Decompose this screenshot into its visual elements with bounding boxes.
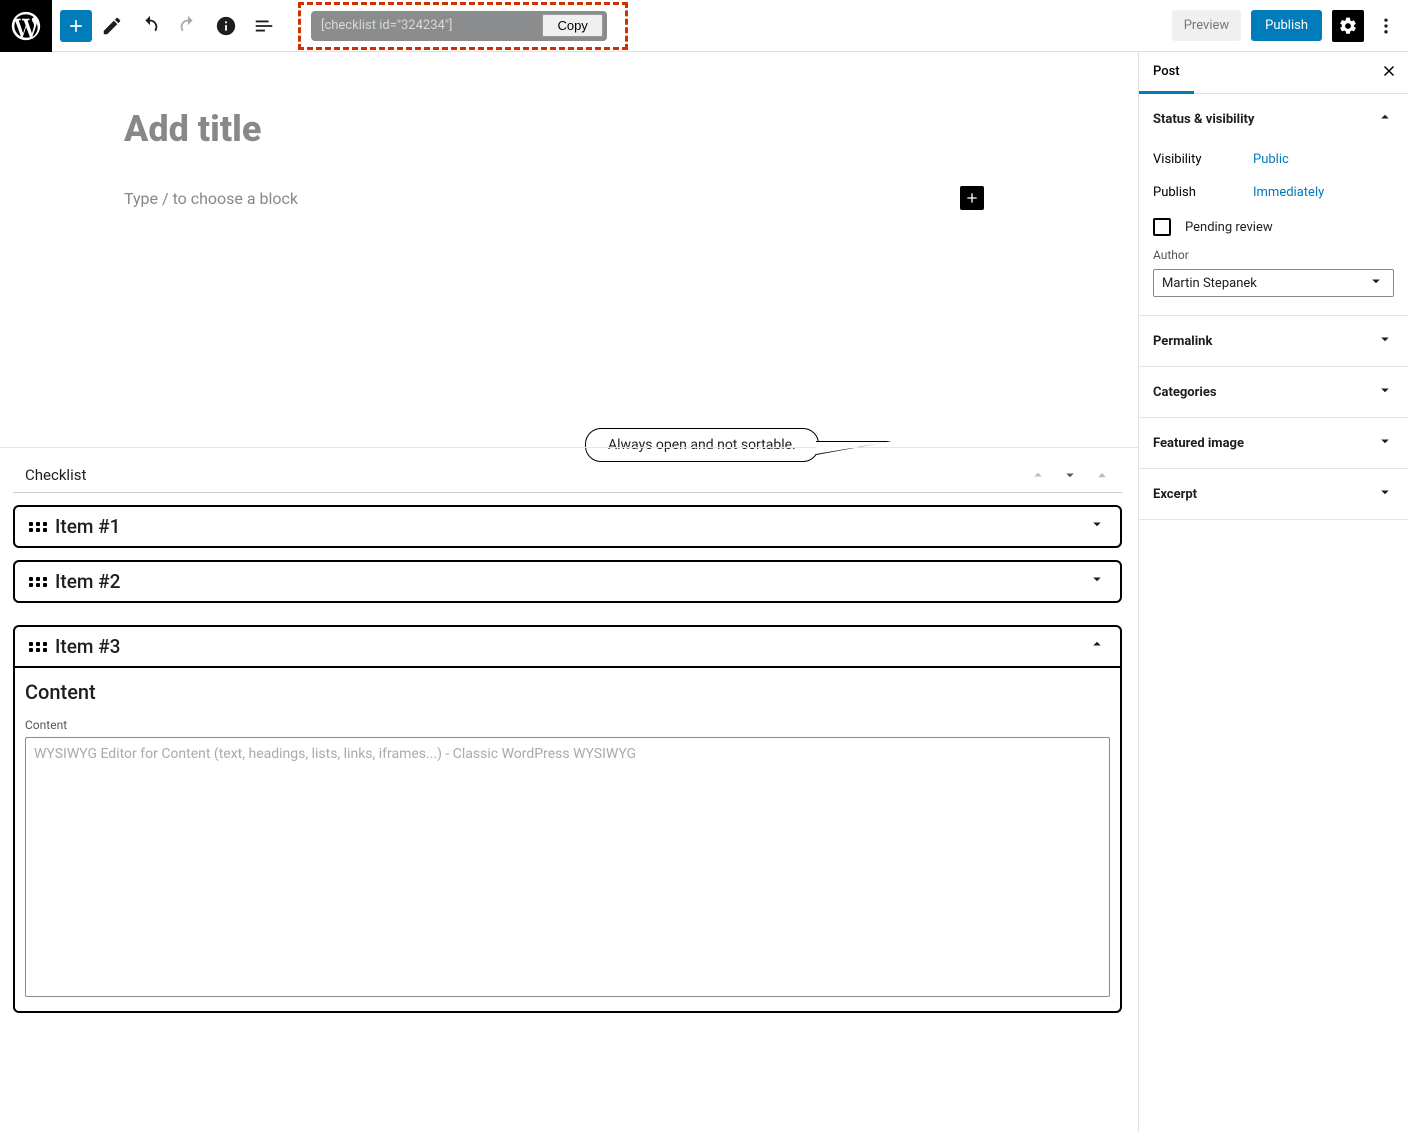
visibility-value[interactable]: Public (1253, 152, 1289, 167)
section-title: Permalink (1153, 334, 1212, 349)
panel-divider (0, 447, 1138, 448)
chevron-up-icon (1376, 108, 1394, 130)
publish-value[interactable]: Immediately (1253, 185, 1324, 200)
preview-button[interactable]: Preview (1172, 10, 1241, 41)
section-categories[interactable]: Categories (1139, 367, 1408, 417)
callout-text: Always open and not sortable. (608, 437, 796, 453)
visibility-key: Visibility (1153, 152, 1253, 167)
author-label: Author (1153, 248, 1189, 262)
author-select[interactable]: Martin Stepanek (1153, 269, 1394, 297)
checklist-item-body: Content Content (13, 666, 1122, 1013)
redo-icon[interactable] (170, 8, 206, 44)
section-title: Featured image (1153, 436, 1244, 451)
section-title: Status & visibility (1153, 112, 1254, 127)
author-selected-value: Martin Stepanek (1162, 276, 1257, 291)
drag-handle-icon[interactable] (29, 642, 47, 652)
chevron-down-icon (1088, 515, 1106, 538)
section-title: Excerpt (1153, 487, 1197, 502)
checklist-item-label: Item #3 (55, 635, 120, 658)
panel-collapse-icon[interactable] (1086, 466, 1118, 484)
editor-canvas: Add title Type / to choose a block Alway… (0, 52, 1138, 1132)
drag-handle-icon[interactable] (29, 577, 47, 587)
content-wysiwyg-textarea[interactable] (25, 737, 1110, 997)
tab-post[interactable]: Post (1139, 52, 1194, 94)
chevron-down-icon (1376, 381, 1394, 403)
shortcode-highlight-box: [checklist id="324234"] Copy (298, 2, 628, 50)
add-block-button[interactable] (60, 10, 92, 42)
checklist-item[interactable]: Item #1 (13, 505, 1122, 548)
publish-key: Publish (1153, 185, 1253, 200)
panel-move-down-icon[interactable] (1054, 466, 1086, 484)
chevron-down-icon (1367, 272, 1385, 294)
checklist-item-label: Item #1 (55, 515, 120, 538)
section-title: Categories (1153, 385, 1217, 400)
chevron-down-icon (1376, 483, 1394, 505)
section-status-visibility: Status & visibility Visibility Public Pu… (1139, 94, 1408, 316)
pending-review-label: Pending review (1185, 220, 1273, 235)
checklist-panel-title: Checklist (25, 466, 86, 484)
content-heading: Content (25, 680, 1110, 704)
shortcode-text: [checklist id="324234"] (321, 18, 452, 33)
annotation-callout: Always open and not sortable. (585, 428, 819, 462)
section-excerpt[interactable]: Excerpt (1139, 469, 1408, 519)
chevron-up-icon (1088, 635, 1106, 658)
section-featured-image[interactable]: Featured image (1139, 418, 1408, 468)
drag-handle-icon[interactable] (29, 522, 47, 532)
chevron-down-icon (1088, 570, 1106, 593)
checklist-item[interactable]: Item #3 (13, 625, 1122, 668)
info-icon[interactable] (208, 8, 244, 44)
checklist-item-label: Item #2 (55, 570, 120, 593)
copy-button[interactable]: Copy (542, 14, 602, 37)
publish-button[interactable]: Publish (1251, 10, 1322, 41)
pending-review-checkbox[interactable] (1153, 218, 1171, 236)
checklist-panel-header[interactable]: Checklist (13, 460, 1122, 493)
outline-icon[interactable] (246, 8, 282, 44)
chevron-down-icon (1376, 432, 1394, 454)
section-permalink[interactable]: Permalink (1139, 316, 1408, 366)
wordpress-logo[interactable] (0, 0, 52, 52)
settings-sidebar: Post Status & visibility Visibility Publ… (1138, 52, 1408, 1132)
shortcode-pill: [checklist id="324234"] Copy (311, 11, 607, 41)
edit-mode-icon[interactable] (94, 8, 130, 44)
insert-block-button[interactable] (960, 186, 984, 210)
checklist-item[interactable]: Item #2 (13, 560, 1122, 603)
undo-icon[interactable] (132, 8, 168, 44)
panel-move-up-icon[interactable] (1022, 466, 1054, 484)
settings-button[interactable] (1332, 10, 1364, 42)
section-header[interactable]: Status & visibility (1139, 94, 1408, 144)
more-menu-button[interactable] (1374, 10, 1398, 42)
block-placeholder-hint[interactable]: Type / to choose a block (124, 189, 298, 208)
content-field-label: Content (25, 718, 67, 732)
post-title-input[interactable]: Add title (124, 108, 984, 150)
chevron-down-icon (1376, 330, 1394, 352)
top-toolbar: [checklist id="324234"] Copy Preview Pub… (0, 0, 1408, 52)
close-sidebar-button[interactable] (1380, 62, 1398, 84)
